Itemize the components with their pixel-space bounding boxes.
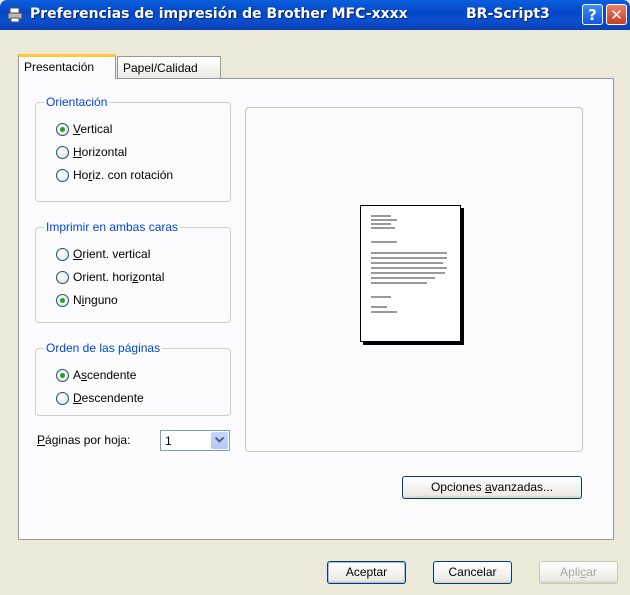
apply-button[interactable]: Aplicar: [539, 561, 618, 584]
tab-label: Papel/Calidad: [123, 61, 198, 75]
advanced-options-button[interactable]: Opciones avanzadas...: [402, 476, 582, 499]
page-order-group: Orden de las páginas Ascendente Descende…: [35, 341, 231, 416]
page-preview-icon: [360, 205, 461, 342]
button-label: Opciones avanzadas...: [430, 480, 554, 494]
radio-label: Orient. horizontal: [73, 270, 165, 284]
radio-descendente[interactable]: Descendente: [56, 389, 144, 407]
tab-panel: Orientación Vertical Horizontal Horiz. c…: [18, 78, 614, 540]
radio-button[interactable]: [56, 168, 69, 182]
radio-label: Ascendente: [73, 368, 137, 382]
printer-icon: [7, 7, 23, 23]
select-value: 1: [165, 434, 172, 448]
ok-button[interactable]: Aceptar: [327, 561, 406, 584]
radio-label: Ninguno: [73, 293, 118, 307]
tab-presentacion[interactable]: Presentación: [18, 54, 116, 79]
tab-papel-calidad[interactable]: Papel/Calidad: [117, 56, 221, 78]
radio-ninguno[interactable]: Ninguno: [56, 291, 118, 309]
pages-per-sheet-label: Páginas por hoja:: [37, 433, 131, 447]
radio-horiz-rotacion[interactable]: Horiz. con rotación: [56, 166, 173, 184]
help-icon: ?: [588, 6, 597, 24]
radio-label: Orient. vertical: [73, 247, 151, 261]
close-button[interactable]: ✕: [606, 4, 627, 25]
dropdown-button[interactable]: [211, 432, 228, 449]
orientation-group: Orientación Vertical Horizontal Horiz. c…: [35, 95, 231, 202]
radio-label: Horizontal: [73, 145, 128, 159]
radio-ascendente[interactable]: Ascendente: [56, 366, 136, 384]
radio-button[interactable]: [56, 247, 69, 261]
help-button[interactable]: ?: [582, 4, 603, 25]
radio-button-checked[interactable]: [56, 368, 69, 382]
button-label: Aceptar: [345, 565, 388, 579]
radio-vertical[interactable]: Vertical: [56, 120, 112, 138]
close-icon: ✕: [610, 6, 623, 24]
button-label: Cancelar: [448, 565, 497, 579]
duplex-group-title: Imprimir en ambas caras: [44, 220, 181, 234]
button-label: Aplicar: [560, 565, 597, 579]
radio-label: Horiz. con rotación: [73, 168, 174, 182]
radio-button-checked[interactable]: [56, 293, 69, 307]
pages-per-sheet-select[interactable]: 1: [160, 430, 230, 451]
radio-orient-horizontal[interactable]: Orient. horizontal: [56, 268, 164, 286]
window-title-driver: BR-Script3: [466, 6, 550, 22]
title-bar[interactable]: Preferencias de impresión de Brother MFC…: [0, 0, 630, 30]
radio-orient-vertical[interactable]: Orient. vertical: [56, 245, 150, 263]
radio-button-checked[interactable]: [56, 122, 69, 136]
radio-label: Descendente: [73, 391, 144, 405]
orientation-group-title: Orientación: [44, 95, 110, 109]
radio-label: Vertical: [73, 122, 113, 136]
window-title: Preferencias de impresión de Brother MFC…: [30, 6, 408, 22]
radio-button[interactable]: [56, 270, 69, 284]
layout-preview: [245, 107, 583, 452]
duplex-group: Imprimir en ambas caras Orient. vertical…: [35, 220, 231, 323]
radio-button[interactable]: [56, 145, 69, 159]
radio-button[interactable]: [56, 391, 69, 405]
tab-label: Presentación: [24, 60, 95, 74]
radio-horizontal[interactable]: Horizontal: [56, 143, 127, 161]
chevron-down-icon: [215, 437, 224, 443]
page-order-group-title: Orden de las páginas: [44, 341, 163, 355]
cancel-button[interactable]: Cancelar: [433, 561, 512, 584]
